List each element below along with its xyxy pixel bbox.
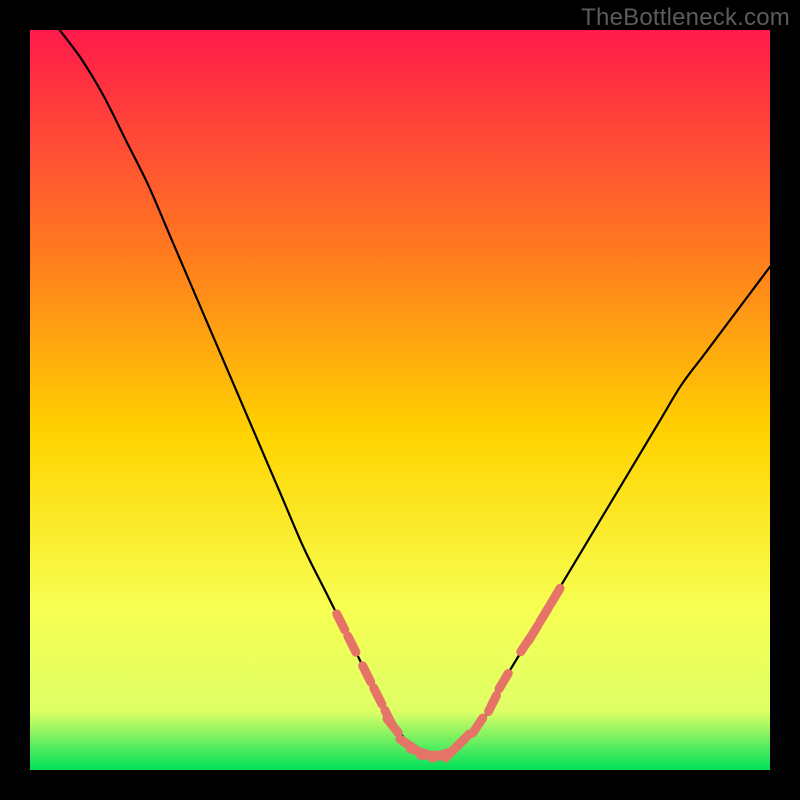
watermark-text: TheBottleneck.com — [581, 4, 790, 32]
gradient-background — [30, 30, 770, 770]
chart-frame: TheBottleneck.com — [0, 0, 800, 800]
bottleneck-chart — [30, 30, 770, 770]
plot-area — [30, 30, 770, 770]
